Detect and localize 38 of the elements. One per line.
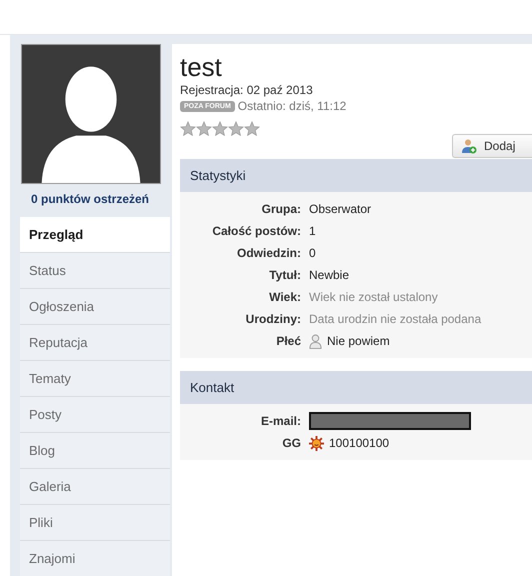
field-label: E-mail:: [260, 414, 301, 428]
profile-tab[interactable]: Pliki: [20, 505, 170, 541]
field-label: Grupa:: [260, 202, 301, 216]
field-label: Tytuł:: [268, 268, 301, 282]
field-value: 1: [309, 224, 316, 238]
profile-name: test: [180, 52, 223, 82]
section-header: Statystyki: [180, 159, 532, 192]
profile-tab[interactable]: Ogłoszenia: [20, 289, 170, 325]
profile-tab[interactable]: Przegląd: [20, 217, 170, 253]
profile-tab[interactable]: Blog: [20, 433, 170, 469]
field-label: GG: [281, 436, 301, 450]
registration-date: Rejestracja: 02 paź 2013: [180, 83, 314, 97]
profile-tab[interactable]: Znajomi: [20, 541, 170, 576]
section-header: Kontakt: [180, 371, 532, 404]
field-label: Całość postów:: [211, 224, 301, 238]
profile-tab[interactable]: Status: [20, 253, 170, 289]
field-value: 100100100: [329, 436, 390, 450]
profile-tab[interactable]: Posty: [20, 397, 170, 433]
profile-tab[interactable]: Tematy: [20, 361, 170, 397]
add-friend-button[interactable]: Dodaj: [452, 134, 532, 158]
field-value: 0: [309, 246, 316, 260]
warning-points[interactable]: 0 punktów ostrzeżeń: [10, 192, 170, 206]
field-value: Data urodzin nie została podana: [309, 312, 482, 326]
field-value: Nie powiem: [327, 334, 390, 348]
rating-stars[interactable]: [180, 121, 260, 137]
field-value: Wiek nie został ustalony: [309, 290, 438, 304]
profile-tab[interactable]: Galeria: [20, 469, 170, 505]
field-label: Płeć: [275, 334, 301, 348]
sun-icon: [309, 436, 324, 450]
field-label: Wiek:: [268, 290, 301, 304]
user-add-icon: [461, 138, 477, 154]
field-value: Newbie: [309, 268, 350, 282]
last-seen: Ostatnio: dziś, 11:12: [238, 99, 346, 113]
person-icon: [309, 334, 322, 348]
profile-tab[interactable]: Reputacja: [20, 325, 170, 361]
field-label: Urodziny:: [244, 312, 301, 326]
field-value: Obserwator: [309, 202, 372, 216]
field-label: Odwiedzin:: [236, 246, 301, 260]
